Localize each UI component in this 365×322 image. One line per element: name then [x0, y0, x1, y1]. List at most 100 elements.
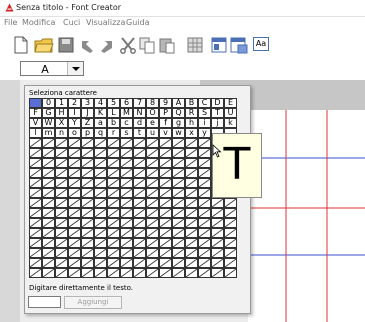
empty-character-cell[interactable] [94, 148, 107, 158]
empty-character-cell[interactable] [146, 218, 159, 228]
empty-character-cell[interactable] [42, 198, 55, 208]
empty-character-cell[interactable] [198, 198, 211, 208]
character-cell[interactable]: 4 [94, 98, 107, 108]
empty-character-cell[interactable] [120, 148, 133, 158]
empty-character-cell[interactable] [94, 158, 107, 168]
empty-character-cell[interactable] [133, 188, 146, 198]
character-cell[interactable]: V [29, 118, 42, 128]
empty-character-cell[interactable] [133, 218, 146, 228]
empty-character-cell[interactable] [172, 218, 185, 228]
character-cell[interactable]: B [185, 98, 198, 108]
empty-character-cell[interactable] [120, 208, 133, 218]
empty-character-cell[interactable] [133, 158, 146, 168]
empty-character-cell[interactable] [172, 238, 185, 248]
empty-character-cell[interactable] [159, 148, 172, 158]
character-cell[interactable]: h [185, 118, 198, 128]
empty-character-cell[interactable] [81, 158, 94, 168]
empty-character-cell[interactable] [159, 168, 172, 178]
empty-character-cell[interactable] [29, 218, 42, 228]
empty-character-cell[interactable] [55, 178, 68, 188]
character-cell[interactable]: D [211, 98, 224, 108]
empty-character-cell[interactable] [146, 228, 159, 238]
character-cell[interactable]: u [146, 128, 159, 138]
empty-character-cell[interactable] [211, 198, 224, 208]
empty-character-cell[interactable] [185, 178, 198, 188]
empty-character-cell[interactable] [172, 148, 185, 158]
empty-character-cell[interactable] [172, 198, 185, 208]
empty-character-cell[interactable] [81, 208, 94, 218]
empty-character-cell[interactable] [120, 218, 133, 228]
empty-character-cell[interactable] [159, 178, 172, 188]
empty-character-cell[interactable] [198, 238, 211, 248]
character-cell[interactable]: F [29, 108, 42, 118]
empty-character-cell[interactable] [159, 198, 172, 208]
empty-character-cell[interactable] [81, 148, 94, 158]
character-cell[interactable]: x [185, 128, 198, 138]
empty-character-cell[interactable] [55, 268, 68, 278]
character-cell[interactable]: H [55, 108, 68, 118]
empty-character-cell[interactable] [29, 158, 42, 168]
empty-character-cell[interactable] [159, 248, 172, 258]
character-cell[interactable]: C [198, 98, 211, 108]
empty-character-cell[interactable] [107, 248, 120, 258]
character-cell[interactable]: q [94, 128, 107, 138]
empty-character-cell[interactable] [120, 228, 133, 238]
character-cell[interactable]: y [198, 128, 211, 138]
empty-character-cell[interactable] [224, 208, 237, 218]
empty-character-cell[interactable] [81, 258, 94, 268]
empty-character-cell[interactable] [94, 248, 107, 258]
character-cell[interactable]: t [133, 128, 146, 138]
empty-character-cell[interactable] [159, 158, 172, 168]
empty-character-cell[interactable] [185, 218, 198, 228]
character-cell[interactable]: J [81, 108, 94, 118]
character-cell[interactable]: i [198, 118, 211, 128]
empty-character-cell[interactable] [133, 228, 146, 238]
empty-character-cell[interactable] [159, 228, 172, 238]
character-cell[interactable]: e [146, 118, 159, 128]
character-cell[interactable]: p [81, 128, 94, 138]
empty-character-cell[interactable] [68, 148, 81, 158]
empty-character-cell[interactable] [29, 268, 42, 278]
empty-character-cell[interactable] [133, 198, 146, 208]
character-cell[interactable]: X [55, 118, 68, 128]
empty-character-cell[interactable] [29, 258, 42, 268]
empty-character-cell[interactable] [185, 198, 198, 208]
empty-character-cell[interactable] [172, 228, 185, 238]
character-cell[interactable]: A [172, 98, 185, 108]
empty-character-cell[interactable] [198, 208, 211, 218]
empty-character-cell[interactable] [94, 218, 107, 228]
character-cell[interactable]: 7 [133, 98, 146, 108]
character-cell[interactable]: c [120, 118, 133, 128]
empty-character-cell[interactable] [146, 268, 159, 278]
empty-character-cell[interactable] [146, 168, 159, 178]
empty-character-cell[interactable] [55, 158, 68, 168]
direct-text-input[interactable] [28, 296, 61, 308]
empty-character-cell[interactable] [133, 208, 146, 218]
empty-character-cell[interactable] [185, 208, 198, 218]
character-cell[interactable]: P [159, 108, 172, 118]
empty-character-cell[interactable] [107, 178, 120, 188]
empty-character-cell[interactable] [29, 148, 42, 158]
character-cell[interactable]: b [107, 118, 120, 128]
empty-character-cell[interactable] [42, 258, 55, 268]
empty-character-cell[interactable] [68, 248, 81, 258]
empty-character-cell[interactable] [185, 158, 198, 168]
empty-character-cell[interactable] [211, 268, 224, 278]
empty-character-cell[interactable] [81, 238, 94, 248]
character-cell[interactable]: O [146, 108, 159, 118]
empty-character-cell[interactable] [133, 248, 146, 258]
empty-character-cell[interactable] [211, 228, 224, 238]
character-cell[interactable]: a [94, 118, 107, 128]
empty-character-cell[interactable] [120, 248, 133, 258]
empty-character-cell[interactable] [55, 198, 68, 208]
empty-character-cell[interactable] [146, 258, 159, 268]
empty-character-cell[interactable] [159, 258, 172, 268]
character-cell[interactable]: S [198, 108, 211, 118]
empty-character-cell[interactable] [120, 268, 133, 278]
empty-character-cell[interactable] [42, 268, 55, 278]
empty-character-cell[interactable] [107, 148, 120, 158]
empty-character-cell[interactable] [55, 188, 68, 198]
empty-character-cell[interactable] [172, 268, 185, 278]
empty-character-cell[interactable] [55, 228, 68, 238]
empty-character-cell[interactable] [146, 238, 159, 248]
